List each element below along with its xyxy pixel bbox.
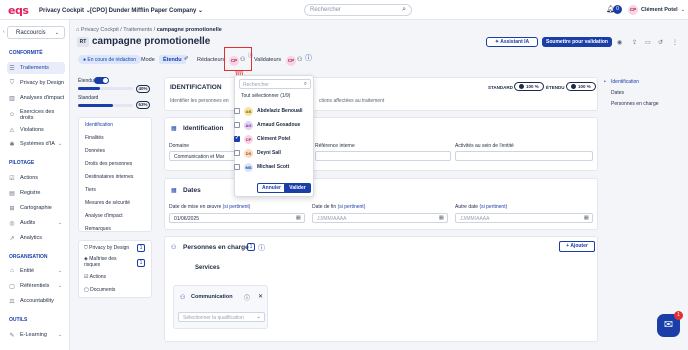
cancel-button[interactable]: Annuler — [257, 183, 286, 193]
user-option[interactable]: AG Arnaud Gosadoue — [234, 119, 315, 131]
user-name: Clément Potel — [257, 136, 291, 142]
select-all-option[interactable]: Tout sélectionner (1/9) — [241, 93, 290, 99]
checkbox[interactable] — [234, 164, 240, 170]
user-option[interactable]: CP Clément Potel — [234, 133, 315, 145]
user-option[interactable]: DS Deyni Sall — [234, 147, 315, 159]
placeholder: Rechercher — [243, 82, 269, 88]
user-avatar: MS — [244, 162, 253, 172]
search-icon: ⌕ — [303, 81, 307, 87]
user-picker-dropdown: Rechercher ⌕ Tout sélectionner (1/9) AB Ab… — [234, 75, 314, 197]
user-name: Arnaud Gosadoue — [257, 122, 301, 128]
validate-button[interactable]: Valider — [284, 183, 311, 193]
user-search-input[interactable]: Rechercher ⌕ — [239, 79, 311, 89]
user-option[interactable]: AB Abdelaziz Benouali — [234, 105, 315, 117]
chat-badge: 1 — [674, 311, 683, 320]
chat-icon: ✉ — [663, 319, 674, 331]
checkbox[interactable] — [234, 108, 240, 114]
annotation-arrows — [235, 70, 248, 138]
checkbox[interactable] — [234, 122, 240, 128]
user-option[interactable]: MS Michael Scott — [234, 161, 315, 173]
user-avatar: AG — [244, 120, 253, 130]
user-avatar: CP — [244, 134, 253, 144]
user-name: Deyni Sall — [257, 150, 281, 156]
checkbox[interactable] — [234, 150, 240, 156]
user-name: Abdelaziz Benouali — [257, 108, 303, 114]
user-avatar: AB — [244, 106, 253, 116]
user-name: Michael Scott — [257, 164, 290, 170]
user-avatar: DS — [244, 148, 253, 158]
checkbox-checked[interactable] — [234, 135, 240, 142]
